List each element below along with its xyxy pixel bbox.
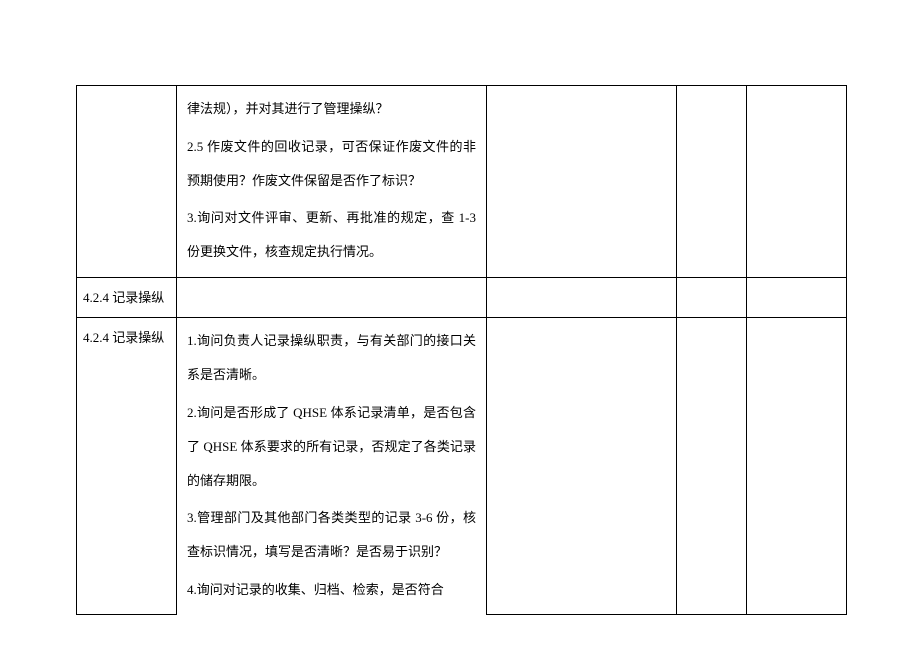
paragraph: 1.询问负责人记录操纵职责，与有关部门的接口关系是否清晰。	[187, 318, 476, 392]
table-row: 4.2.4 记录操纵 1.询问负责人记录操纵职责，与有关部门的接口关系是否清晰。…	[77, 318, 847, 615]
cell-empty	[487, 318, 677, 615]
table-row: 4.2.4 记录操纵	[77, 277, 847, 317]
cell-label	[77, 86, 177, 278]
paragraph: 4.询问对记录的收集、归档、检索，是否符合	[187, 573, 476, 607]
cell-empty	[487, 86, 677, 278]
cell-empty	[677, 318, 747, 615]
row-label: 4.2.4 记录操纵	[77, 318, 176, 357]
document-table-wrap: 律法规），并对其进行了管理操纵？ 2.5 作废文件的回收记录，可否保证作废文件的…	[76, 85, 846, 615]
cell-empty	[747, 318, 847, 615]
paragraph: 律法规），并对其进行了管理操纵？	[187, 86, 476, 126]
row-label: 4.2.4 记录操纵	[77, 278, 176, 317]
cell-content: 律法规），并对其进行了管理操纵？ 2.5 作废文件的回收记录，可否保证作废文件的…	[177, 86, 487, 278]
paragraph: 3.管理部门及其他部门各类类型的记录 3-6 份，核查标识情况，填写是否清晰？是…	[187, 501, 476, 569]
cell-label: 4.2.4 记录操纵	[77, 277, 177, 317]
audit-table: 律法规），并对其进行了管理操纵？ 2.5 作废文件的回收记录，可否保证作废文件的…	[76, 85, 847, 615]
cell-empty	[747, 277, 847, 317]
cell-label: 4.2.4 记录操纵	[77, 318, 177, 615]
cell-empty	[177, 277, 487, 317]
cell-empty	[677, 277, 747, 317]
paragraph: 2.5 作废文件的回收记录，可否保证作废文件的非预期使用？作废文件保留是否作了标…	[187, 130, 476, 198]
paragraph: 3.询问对文件评审、更新、再批准的规定，查 1-3 份更换文件，核查规定执行情况…	[187, 201, 476, 269]
paragraph: 2.询问是否形成了 QHSE 体系记录清单，是否包含了 QHSE 体系要求的所有…	[187, 396, 476, 497]
table-row: 律法规），并对其进行了管理操纵？ 2.5 作废文件的回收记录，可否保证作废文件的…	[77, 86, 847, 278]
cell-empty	[677, 86, 747, 278]
cell-empty	[487, 277, 677, 317]
cell-content: 1.询问负责人记录操纵职责，与有关部门的接口关系是否清晰。 2.询问是否形成了 …	[177, 318, 487, 615]
row-label	[77, 86, 176, 102]
cell-empty	[747, 86, 847, 278]
